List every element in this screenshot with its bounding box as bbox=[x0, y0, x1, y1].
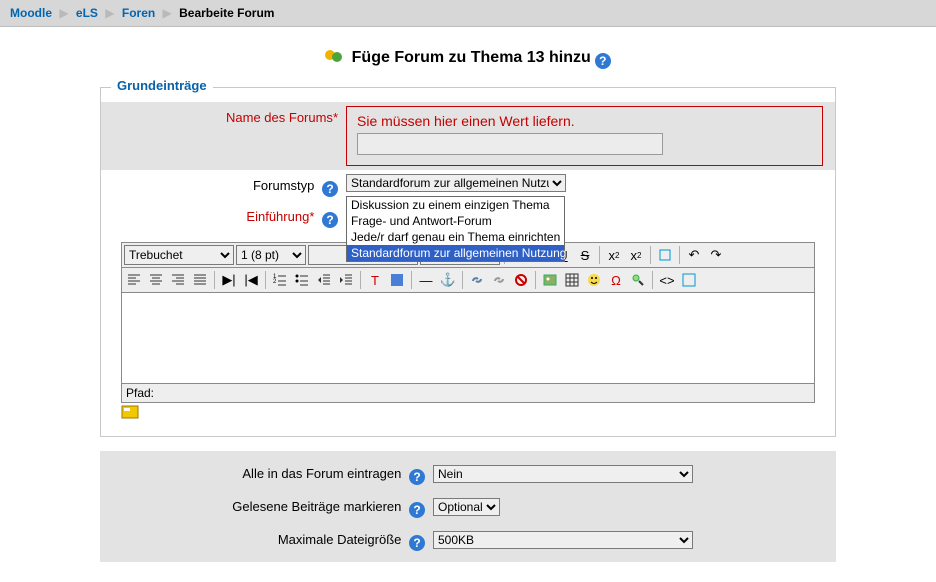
bgcolor-icon[interactable] bbox=[387, 270, 407, 290]
table-icon[interactable] bbox=[562, 270, 582, 290]
help-icon[interactable]: ? bbox=[409, 535, 425, 551]
crumb-sep: ▶ bbox=[159, 6, 176, 20]
intro-label: Einführung bbox=[246, 209, 309, 224]
expand-icon[interactable] bbox=[679, 270, 699, 290]
editor: Trebuchet 1 (8 pt) Sprache B I U S x2 x2… bbox=[121, 242, 815, 403]
type-option[interactable]: Standardforum zur allgemeinen Nutzung bbox=[347, 245, 564, 261]
help-icon[interactable]: ? bbox=[595, 53, 611, 69]
fullscreen-icon[interactable] bbox=[121, 405, 835, 422]
editor-toolbar-2: ▶| |◀ 12 T — ⚓ Ω <> bbox=[121, 268, 815, 293]
name-error-box: Sie müssen hier einen Wert liefern. bbox=[346, 106, 823, 166]
ltr-icon[interactable]: ▶| bbox=[219, 270, 239, 290]
legend-general: Grundeinträge bbox=[111, 78, 213, 93]
sup-icon[interactable]: x2 bbox=[626, 245, 646, 265]
ul-icon[interactable] bbox=[292, 270, 312, 290]
ol-icon[interactable]: 12 bbox=[270, 270, 290, 290]
fieldset-general: Grundeinträge Name des Forums* Sie müsse… bbox=[100, 87, 836, 437]
char-icon[interactable]: Ω bbox=[606, 270, 626, 290]
help-icon[interactable]: ? bbox=[322, 181, 338, 197]
align-justify-icon[interactable] bbox=[190, 270, 210, 290]
crumb-foren[interactable]: Foren bbox=[122, 6, 155, 20]
type-select[interactable]: Standardforum zur allgemeinen Nutzung bbox=[346, 174, 566, 192]
crumb-current: Bearbeite Forum bbox=[179, 6, 274, 20]
row-read: Gelesene Beiträge markieren ? Optional bbox=[100, 490, 836, 523]
source-icon[interactable]: <> bbox=[657, 270, 677, 290]
maxsize-select[interactable]: 500KB bbox=[433, 531, 693, 549]
redo-icon[interactable]: ↷ bbox=[706, 245, 726, 265]
hr-icon[interactable]: — bbox=[416, 270, 436, 290]
type-option[interactable]: Frage- und Antwort-Forum bbox=[347, 213, 564, 229]
crumb-moodle[interactable]: Moodle bbox=[10, 6, 52, 20]
link-icon[interactable] bbox=[467, 270, 487, 290]
row-maxsize: Maximale Dateigröße ? 500KB bbox=[100, 523, 836, 556]
name-error-msg: Sie müssen hier einen Wert liefern. bbox=[357, 113, 812, 129]
type-dropdown: Diskussion zu einem einzigen Thema Frage… bbox=[346, 196, 565, 262]
maxsize-label: Maximale Dateigröße bbox=[278, 532, 402, 547]
row-name: Name des Forums* Sie müssen hier einen W… bbox=[101, 102, 835, 170]
row-subscribe: Alle in das Forum eintragen ? Nein bbox=[100, 457, 836, 490]
search-icon[interactable] bbox=[628, 270, 648, 290]
svg-text:2: 2 bbox=[273, 279, 277, 285]
sub-select[interactable]: Nein bbox=[433, 465, 693, 483]
type-option[interactable]: Diskussion zu einem einzigen Thema bbox=[347, 197, 564, 213]
strike-icon[interactable]: S bbox=[575, 245, 595, 265]
help-icon[interactable]: ? bbox=[322, 212, 338, 228]
font-select[interactable]: Trebuchet bbox=[124, 245, 234, 265]
indent-icon[interactable] bbox=[336, 270, 356, 290]
nolink-icon[interactable] bbox=[511, 270, 531, 290]
breadcrumb: Moodle ▶ eLS ▶ Foren ▶ Bearbeite Forum bbox=[0, 0, 936, 27]
editor-path: Pfad: bbox=[121, 384, 815, 403]
size-select[interactable]: 1 (8 pt) bbox=[236, 245, 306, 265]
forum-icon bbox=[325, 49, 343, 65]
unlink-icon[interactable] bbox=[489, 270, 509, 290]
smiley-icon[interactable] bbox=[584, 270, 604, 290]
crumb-sep: ▶ bbox=[101, 6, 118, 20]
row-type: Forumstyp ? Standardforum zur allgemeine… bbox=[101, 170, 835, 201]
align-center-icon[interactable] bbox=[146, 270, 166, 290]
image-icon[interactable] bbox=[540, 270, 560, 290]
name-input[interactable] bbox=[357, 133, 663, 155]
page-title: Füge Forum zu Thema 13 hinzu? bbox=[0, 49, 936, 69]
rtl-icon[interactable]: |◀ bbox=[241, 270, 261, 290]
align-left-icon[interactable] bbox=[124, 270, 144, 290]
clean-icon[interactable] bbox=[655, 245, 675, 265]
undo-icon[interactable]: ↶ bbox=[684, 245, 704, 265]
name-label: Name des Forums bbox=[226, 110, 333, 125]
sub-icon[interactable]: x2 bbox=[604, 245, 624, 265]
help-icon[interactable]: ? bbox=[409, 502, 425, 518]
read-select[interactable]: Optional bbox=[433, 498, 500, 516]
textcolor-icon[interactable]: T bbox=[365, 270, 385, 290]
crumb-els[interactable]: eLS bbox=[76, 6, 98, 20]
editor-body[interactable] bbox=[121, 293, 815, 384]
sub-label: Alle in das Forum eintragen bbox=[242, 466, 401, 481]
type-option[interactable]: Jede/r darf genau ein Thema einrichten bbox=[347, 229, 564, 245]
read-label: Gelesene Beiträge markieren bbox=[232, 499, 401, 514]
help-icon[interactable]: ? bbox=[409, 469, 425, 485]
align-right-icon[interactable] bbox=[168, 270, 188, 290]
crumb-sep: ▶ bbox=[55, 6, 72, 20]
outdent-icon[interactable] bbox=[314, 270, 334, 290]
type-label: Forumstyp bbox=[253, 178, 314, 193]
anchor-icon[interactable]: ⚓ bbox=[438, 270, 458, 290]
